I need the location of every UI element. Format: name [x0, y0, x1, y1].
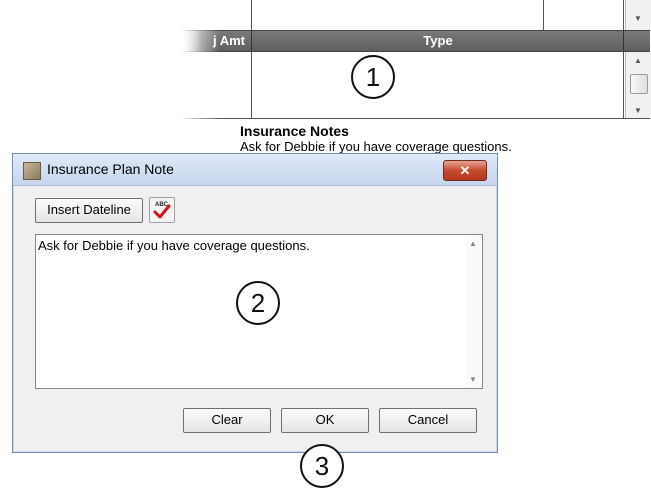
- textarea-scrollbar[interactable]: ▲ ▼: [465, 235, 482, 388]
- scroll-down-arrow-icon[interactable]: ▼: [634, 14, 642, 23]
- grid-divider: [251, 52, 252, 118]
- scroll-down-arrow-icon[interactable]: ▼: [469, 375, 477, 384]
- note-app-icon: [23, 162, 41, 180]
- grid-divider: [623, 0, 624, 30]
- scroll-up-arrow-icon[interactable]: ▲: [634, 56, 642, 65]
- header-corner: [623, 31, 651, 51]
- fade-overlay: [180, 0, 220, 160]
- grid-divider: [251, 0, 252, 30]
- insurance-notes-body: Ask for Debbie if you have coverage ques…: [240, 139, 512, 154]
- grid-top-scrollbar[interactable]: ▼: [625, 0, 651, 30]
- callout-1: 1: [351, 55, 395, 99]
- cancel-button[interactable]: Cancel: [379, 408, 477, 433]
- insurance-notes-title: Insurance Notes: [240, 123, 349, 139]
- column-header-type[interactable]: Type: [251, 31, 624, 51]
- note-text[interactable]: Ask for Debbie if you have coverage ques…: [38, 238, 310, 253]
- background-grid: ▼ j Amt Type ▲ ▼ Insurance Notes Ask for…: [180, 0, 651, 160]
- callout-3: 3: [300, 444, 344, 488]
- grid-divider: [623, 52, 624, 118]
- scroll-thumb[interactable]: [630, 74, 648, 94]
- grid-divider: [543, 0, 544, 30]
- scroll-up-arrow-icon[interactable]: ▲: [469, 239, 477, 248]
- grid-header: j Amt Type: [180, 30, 650, 52]
- close-icon: ✕: [459, 163, 471, 178]
- callout-2: 2: [236, 281, 280, 325]
- spellcheck-button[interactable]: ABC: [149, 197, 175, 223]
- close-button[interactable]: ✕: [443, 160, 487, 181]
- insert-dateline-button[interactable]: Insert Dateline: [35, 198, 143, 223]
- grid-row-scrollbar[interactable]: ▲ ▼: [625, 52, 651, 118]
- spellcheck-icon: ABC: [153, 202, 171, 219]
- scroll-down-arrow-icon[interactable]: ▼: [634, 106, 642, 115]
- dialog-titlebar[interactable]: Insurance Plan Note ✕: [13, 154, 497, 186]
- ok-button[interactable]: OK: [281, 408, 369, 433]
- clear-button[interactable]: Clear: [183, 408, 271, 433]
- grid-row-border: [180, 118, 650, 119]
- dialog-title: Insurance Plan Note: [47, 161, 174, 177]
